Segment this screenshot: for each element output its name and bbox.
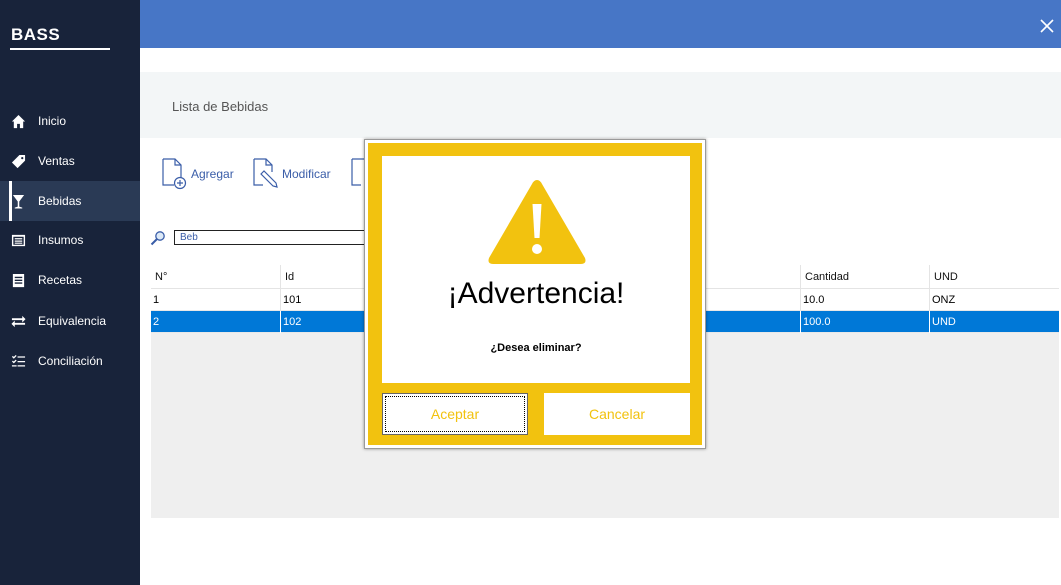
tag-icon — [10, 153, 26, 169]
close-button[interactable] — [1039, 18, 1055, 34]
add-label: Agregar — [191, 167, 234, 181]
app-window: BASS Inicio Ventas Bebidas Insumos Recet… — [0, 0, 1061, 585]
warning-dialog-frame: ¡Advertencia! ¿Desea eliminar? Aceptar C… — [368, 143, 702, 445]
add-button[interactable]: Agregar — [160, 158, 234, 190]
sidebar-item-recetas[interactable]: Recetas — [0, 260, 140, 300]
cell-id: 102 — [280, 311, 301, 333]
cell-und: ONZ — [929, 289, 955, 311]
column-header-und[interactable]: UND — [929, 265, 958, 289]
checklist-icon — [10, 353, 26, 369]
brand-underline — [10, 48, 110, 50]
sidebar-item-label: Bebidas — [38, 194, 82, 208]
page-header: Lista de Bebidas — [140, 72, 1061, 138]
warning-icon — [488, 180, 586, 264]
cell-und: UND — [929, 311, 956, 333]
sidebar-item-insumos[interactable]: Insumos — [0, 220, 140, 260]
warning-dialog: ¡Advertencia! ¿Desea eliminar? Aceptar C… — [364, 139, 706, 449]
sidebar-item-label: Recetas — [38, 273, 83, 287]
sidebar-item-bebidas[interactable]: Bebidas — [0, 181, 140, 221]
recipe-icon — [10, 272, 26, 288]
accept-button[interactable]: Aceptar — [382, 393, 528, 435]
sidebar-item-ventas[interactable]: Ventas — [0, 141, 140, 181]
sidebar-item-label: Conciliación — [38, 354, 103, 368]
sidebar-item-equivalencia[interactable]: Equivalencia — [0, 301, 140, 341]
cancel-button[interactable]: Cancelar — [544, 393, 690, 435]
column-header-id[interactable]: Id — [280, 265, 294, 289]
add-document-icon — [162, 158, 187, 190]
cell-id: 101 — [280, 289, 301, 311]
search-icon — [150, 231, 165, 246]
page-title: Lista de Bebidas — [172, 99, 269, 114]
sidebar-item-label: Equivalencia — [38, 314, 107, 328]
home-icon — [10, 113, 26, 129]
cell-n: 2 — [153, 316, 160, 328]
search-input[interactable] — [174, 230, 374, 245]
close-icon — [1040, 19, 1054, 33]
title-bar — [140, 0, 1061, 48]
sidebar-item-label: Inicio — [38, 114, 67, 128]
sidebar-item-label: Insumos — [38, 233, 84, 247]
warning-dialog-body: ¡Advertencia! ¿Desea eliminar? — [382, 156, 690, 383]
dialog-title: ¡Advertencia! — [447, 277, 625, 310]
sidebar-item-conciliacion[interactable]: Conciliación — [0, 341, 140, 381]
cell-cantidad: 100.0 — [800, 311, 831, 333]
sidebar: BASS Inicio Ventas Bebidas Insumos Recet… — [0, 0, 140, 585]
cell-n: 1 — [153, 294, 160, 306]
edit-button[interactable]: Modificar — [251, 158, 331, 190]
list-icon — [10, 232, 26, 248]
sidebar-item-inicio[interactable]: Inicio — [0, 101, 140, 141]
dialog-message: ¿Desea eliminar? — [490, 342, 582, 354]
cell-cantidad: 10.0 — [800, 289, 824, 311]
edit-label: Modificar — [282, 167, 331, 181]
column-header-cantidad[interactable]: Cantidad — [800, 265, 849, 289]
brand-logo: BASS — [11, 25, 61, 44]
swap-icon — [10, 313, 26, 329]
sidebar-item-label: Ventas — [38, 154, 75, 168]
glass-icon — [10, 193, 26, 209]
edit-document-icon — [253, 158, 278, 188]
column-header-n[interactable]: N° — [151, 265, 167, 289]
